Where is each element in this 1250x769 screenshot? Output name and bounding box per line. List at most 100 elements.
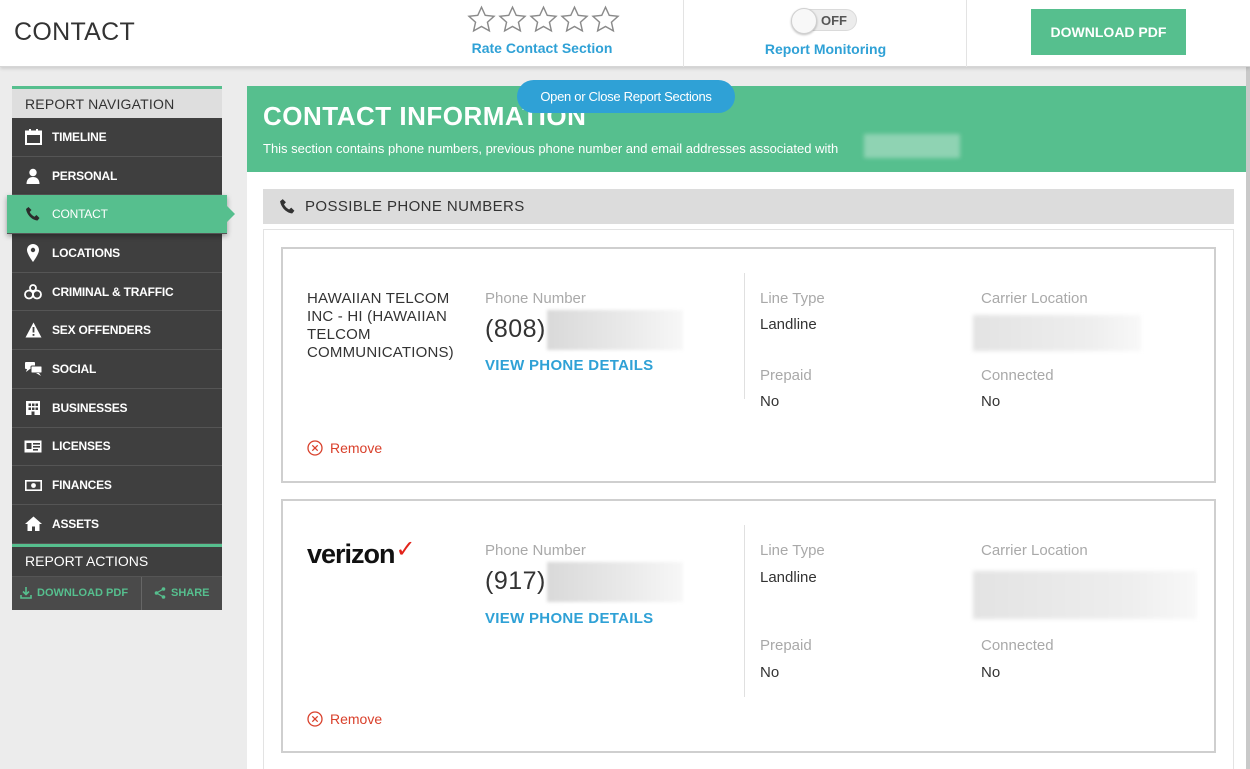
phone-card: HAWAIIAN TELCOM INC - HI (HAWAIIAN TELCO…	[281, 247, 1216, 483]
report-monitoring-toggle[interactable]: OFF	[791, 8, 857, 34]
rate-section-label: Rate Contact Section	[471, 40, 613, 56]
view-phone-details-link[interactable]: VIEW PHONE DETAILS	[485, 357, 653, 374]
remove-button[interactable]: Remove	[307, 711, 382, 727]
home-icon	[24, 515, 42, 533]
carrier-name: HAWAIIAN TELCOM INC - HI (HAWAIIAN TELCO…	[307, 290, 454, 361]
sidebar-item-licenses[interactable]: LICENSES	[12, 427, 222, 467]
redacted-carrier-location	[973, 571, 1197, 619]
remove-icon	[307, 711, 323, 727]
contact-information-banner: CONTACT INFORMATION This section contain…	[247, 86, 1246, 172]
prepaid-value: No	[760, 664, 780, 681]
remove-label: Remove	[330, 440, 383, 456]
report-navigation-title: REPORT NAVIGATION	[12, 86, 222, 118]
share-label: SHARE	[171, 587, 210, 600]
sidebar-item-label: LOCATIONS	[52, 245, 120, 260]
logo-wordmark: verizon	[307, 539, 396, 569]
report-actions-row: DOWNLOAD PDF SHARE	[12, 575, 222, 610]
page-title: CONTACT	[14, 18, 136, 46]
active-arrow	[227, 206, 235, 223]
sidebar-item-label: CONTACT	[52, 207, 108, 222]
sidebar-item-label: SEX OFFENDERS	[52, 323, 151, 338]
connected-label: Connected	[981, 367, 1054, 384]
section-banner-subtitle: This section contains phone numbers, pre…	[263, 141, 839, 156]
possible-phone-numbers-header[interactable]: POSSIBLE PHONE NUMBERS	[263, 189, 1234, 224]
logo-check-icon: ✓	[395, 536, 416, 563]
report-monitoring-block: OFF Report Monitoring	[684, 0, 967, 67]
phone-number-label: Phone Number	[485, 290, 586, 307]
phone-card: verizon✓ Phone Number (917) VIEW PHONE D…	[281, 499, 1216, 753]
verizon-logo: verizon✓	[307, 536, 416, 570]
card-divider	[744, 273, 745, 399]
sidebar-item-locations[interactable]: LOCATIONS	[12, 234, 222, 273]
rating-stars[interactable]	[466, 4, 621, 35]
sidebar-item-label: BUSINESSES	[52, 400, 128, 415]
connected-value: No	[981, 393, 1001, 410]
sidebar-download-pdf-button[interactable]: DOWNLOAD PDF	[12, 576, 142, 610]
sidebar-item-social[interactable]: SOCIAL	[12, 350, 222, 389]
line-type-label: Line Type	[760, 542, 825, 559]
remove-label: Remove	[330, 711, 383, 727]
star-icon[interactable]	[559, 4, 590, 35]
phone-area-code: (808)	[485, 315, 546, 343]
open-close-sections-button[interactable]: Open or Close Report Sections	[517, 80, 735, 113]
carrier-location-label: Carrier Location	[981, 542, 1088, 559]
sidebar-item-label: SOCIAL	[52, 361, 97, 376]
line-type-value: Landline	[760, 316, 817, 333]
star-icon[interactable]	[590, 4, 621, 35]
download-icon	[20, 587, 32, 599]
warning-icon	[24, 321, 42, 339]
map-pin-icon	[24, 243, 42, 262]
view-phone-details-link[interactable]: VIEW PHONE DETAILS	[485, 610, 653, 627]
redacted-phone-number	[547, 562, 683, 602]
prepaid-value: No	[760, 393, 780, 410]
sidebar-item-personal[interactable]: PERSONAL	[12, 156, 222, 196]
sidebar-item-timeline[interactable]: TIMELINE	[12, 118, 222, 157]
sidebar-share-button[interactable]: SHARE	[142, 577, 210, 610]
remove-icon	[307, 440, 323, 456]
sidebar-item-label: TIMELINE	[52, 129, 107, 144]
handcuffs-icon	[24, 283, 42, 301]
sidebar-item-label: FINANCES	[52, 478, 112, 493]
star-icon[interactable]	[466, 4, 497, 35]
phone-icon	[280, 199, 295, 214]
download-pdf-button[interactable]: DOWNLOAD PDF	[1031, 9, 1186, 55]
calendar-icon	[24, 128, 42, 146]
sidebar-item-label: PERSONAL	[52, 168, 118, 183]
toggle-state-text: OFF	[821, 13, 847, 28]
sidebar-item-assets[interactable]: ASSETS	[12, 504, 222, 544]
prepaid-label: Prepaid	[760, 367, 812, 384]
remove-button[interactable]: Remove	[307, 440, 382, 456]
sidebar-item-label: ASSETS	[52, 516, 99, 531]
redacted-carrier-location	[973, 315, 1141, 351]
prepaid-label: Prepaid	[760, 637, 812, 654]
star-icon[interactable]	[528, 4, 559, 35]
toggle-knob	[791, 8, 817, 34]
top-header: CONTACT Rate Contact Section OFF Report …	[0, 0, 1250, 67]
redacted-phone-number	[547, 310, 683, 350]
card-divider	[744, 525, 745, 697]
phone-icon	[24, 205, 42, 223]
download-pdf-label: DOWNLOAD PDF	[37, 587, 129, 600]
money-icon	[24, 476, 42, 494]
sidebar-item-businesses[interactable]: BUSINESSES	[12, 388, 222, 428]
connected-value: No	[981, 664, 1001, 681]
sidebar-item-finances[interactable]: FINANCES	[12, 466, 222, 505]
section-title: POSSIBLE PHONE NUMBERS	[305, 198, 525, 215]
sidebar-item-sex-offenders[interactable]: SEX OFFENDERS	[12, 311, 222, 351]
report-monitoring-label[interactable]: Report Monitoring	[684, 41, 967, 57]
phone-area-code: (917)	[485, 567, 546, 595]
star-icon[interactable]	[497, 4, 528, 35]
line-type-label: Line Type	[760, 290, 825, 307]
connected-label: Connected	[981, 637, 1054, 654]
share-icon	[154, 587, 166, 599]
report-navigation-sidebar: REPORT NAVIGATION TIMELINE PERSONAL CONT…	[7, 86, 235, 610]
sidebar-item-criminal-traffic[interactable]: CRIMINAL & TRAFFIC	[12, 272, 222, 312]
line-type-value: Landline	[760, 569, 817, 586]
sidebar-item-contact[interactable]: CONTACT	[7, 195, 235, 235]
report-actions-title: REPORT ACTIONS	[12, 543, 222, 576]
person-icon	[24, 167, 42, 185]
redacted-name	[864, 134, 960, 158]
scrollbar[interactable]	[1246, 0, 1250, 769]
sidebar-item-label: CRIMINAL & TRAFFIC	[52, 284, 174, 299]
phone-number-label: Phone Number	[485, 542, 586, 559]
